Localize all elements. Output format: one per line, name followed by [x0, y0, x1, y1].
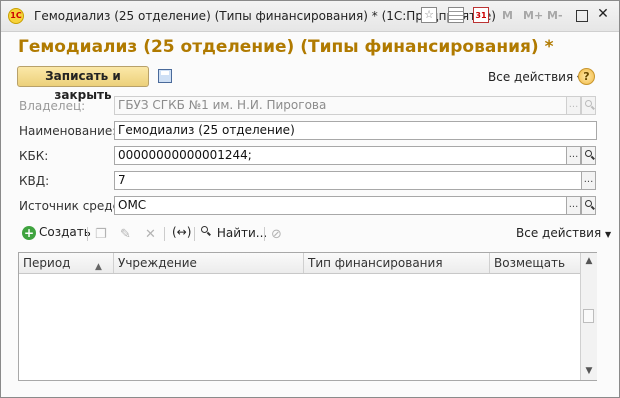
delete-icon[interactable]: ✕ [145, 227, 156, 242]
dropdown-arrow-icon: ▼ [605, 230, 612, 239]
kbk-field[interactable]: 00000000000001244; [114, 146, 567, 165]
search-icon [201, 225, 213, 237]
maximize-icon[interactable] [576, 10, 588, 22]
owner-label: Владелец: [19, 99, 86, 113]
list-all-actions-menu[interactable]: Все действия ▼ [516, 226, 611, 240]
table-header: Период ▲ Учреждение Тип финансирования В… [19, 253, 580, 274]
all-actions-label: Все действия [488, 70, 574, 84]
kvd-field[interactable]: 7 [114, 171, 582, 190]
all-actions-menu[interactable]: Все действия ▼ [488, 70, 583, 84]
create-plus-icon[interactable]: + [22, 226, 36, 240]
search-icon [585, 150, 592, 157]
owner-select-button: ... [566, 96, 581, 115]
list-all-actions-label: Все действия [516, 226, 602, 240]
edit-pencil-icon[interactable]: ✎ [120, 227, 131, 242]
name-label: Наименование: [19, 124, 117, 138]
kvd-label: КВД: [19, 174, 50, 188]
search-icon [585, 100, 592, 107]
link-button[interactable]: (↔) [172, 225, 191, 243]
toolbar-divider [164, 227, 165, 241]
create-button[interactable]: Создать [39, 225, 91, 243]
calendar-icon[interactable]: 31 [473, 7, 489, 23]
column-header-institution[interactable]: Учреждение [114, 253, 304, 273]
column-header-label: Период [23, 256, 71, 270]
find-label: Найти... [216, 226, 268, 240]
source-field[interactable]: ОМС [114, 196, 567, 215]
scroll-down-icon[interactable]: ▼ [581, 363, 597, 379]
save-icon[interactable] [158, 69, 172, 83]
memory-button[interactable]: M [502, 9, 513, 22]
close-icon[interactable]: ✕ [594, 6, 612, 22]
copy-icon[interactable]: ❐ [95, 227, 107, 242]
scroll-up-icon[interactable]: ▲ [581, 253, 597, 269]
toolbar-divider [87, 227, 88, 241]
favorite-star-icon[interactable]: ☆ [421, 7, 437, 23]
column-header-financing-type[interactable]: Тип финансирования [304, 253, 490, 273]
title-bar: 1С Гемодиализ (25 отделение) (Типы финан… [1, 1, 619, 32]
app-window: 1С Гемодиализ (25 отделение) (Типы финан… [0, 0, 620, 398]
save-and-close-button[interactable]: Записать и закрыть [17, 66, 149, 102]
cancel-search-icon[interactable]: ⊘ [271, 227, 282, 242]
sort-icon: ▲ [95, 262, 102, 272]
owner-open-button [581, 96, 596, 115]
calculator-icon[interactable] [448, 7, 464, 23]
financing-table[interactable]: Период ▲ Учреждение Тип финансирования В… [18, 252, 597, 381]
search-icon [585, 200, 592, 207]
toolbar-divider [194, 227, 195, 241]
owner-field: ГБУЗ СГКБ №1 им. Н.И. Пирогова [114, 96, 567, 115]
kbk-open-button[interactable] [581, 146, 596, 165]
kbk-select-button[interactable]: ... [566, 146, 581, 165]
column-header-reimburse[interactable]: Возмещать [490, 253, 580, 273]
name-field[interactable]: Гемодиализ (25 отделение) [114, 121, 597, 140]
source-select-button[interactable]: ... [566, 196, 581, 215]
kvd-select-button[interactable]: ... [581, 171, 596, 190]
form-title: Гемодиализ (25 отделение) (Типы финансир… [18, 37, 554, 57]
find-button[interactable]: Найти... [201, 225, 267, 243]
app-logo-icon[interactable]: 1С [8, 8, 24, 24]
kbk-label: КБК: [19, 149, 49, 163]
memory-plus-button[interactable]: M+ [523, 9, 543, 22]
column-header-period[interactable]: Период ▲ [19, 253, 114, 273]
scroll-thumb[interactable] [583, 309, 594, 323]
source-open-button[interactable] [581, 196, 596, 215]
help-icon[interactable]: ? [578, 68, 595, 85]
vertical-scrollbar[interactable]: ▲ ▼ [580, 253, 597, 380]
memory-minus-button[interactable]: M- [547, 9, 563, 22]
toolbar-divider [264, 227, 265, 241]
